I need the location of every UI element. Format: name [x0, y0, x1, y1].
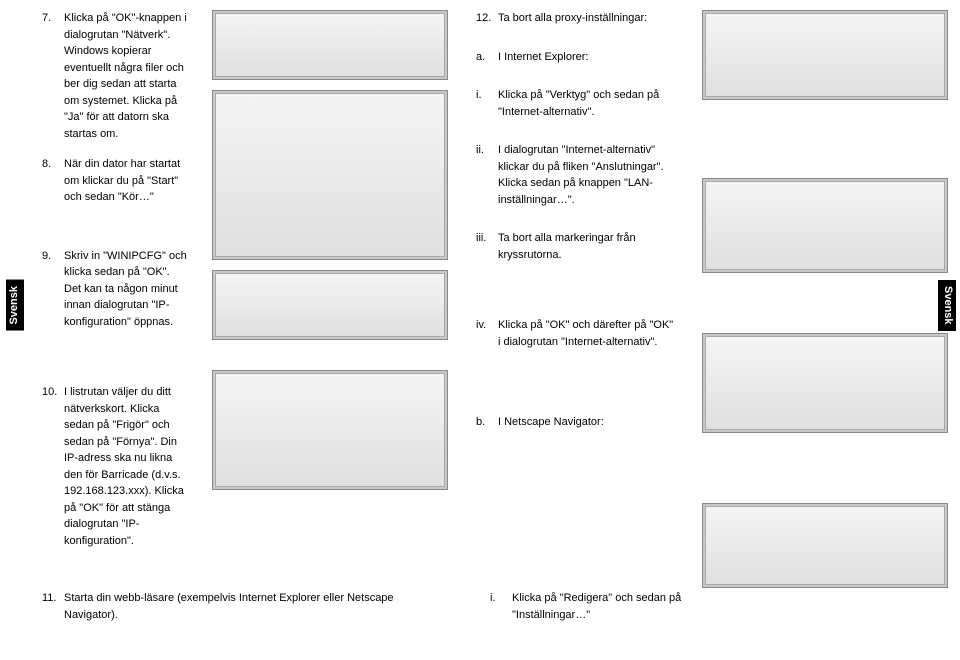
side-tab-right: Svensk — [938, 280, 956, 331]
screenshot-netscape-menu — [702, 503, 948, 588]
step-number: 11. — [42, 590, 64, 623]
sub-text: I Internet Explorer: — [498, 49, 678, 66]
sub-text: Klicka på "Redigera" och sedan på "Instä… — [512, 590, 700, 623]
step-number: 7. — [42, 10, 64, 142]
sub-bi: i. Klicka på "Redigera" och sedan på "In… — [490, 590, 700, 623]
step-number: 12. — [476, 10, 498, 27]
sub-b: b. I Netscape Navigator: — [476, 414, 678, 431]
step-7: 7. Klicka på "OK"-knappen i dialogrutan … — [42, 10, 188, 142]
step-12: 12. Ta bort alla proxy-inställningar: — [476, 10, 678, 27]
step-text: I listrutan väljer du ditt nätverkskort.… — [64, 384, 188, 549]
column-1: 7. Klicka på "OK"-knappen i dialogrutan … — [0, 0, 200, 660]
step-text: Skriv in "WINIPCFG" och klicka sedan på … — [64, 248, 188, 331]
sub-roman: iii. — [476, 230, 498, 263]
step-number: 9. — [42, 248, 64, 331]
sub-roman: i. — [490, 590, 512, 623]
step-8: 8. När din dator har startat om klickar … — [42, 156, 188, 206]
step-text: Ta bort alla proxy-inställningar: — [498, 10, 678, 27]
sub-a: a. I Internet Explorer: — [476, 49, 678, 66]
screenshot-system-settings — [212, 10, 448, 80]
screenshot-internet-options — [702, 178, 948, 273]
column-3: 12. Ta bort alla proxy-inställningar: a.… — [460, 0, 690, 660]
sub-text: I Netscape Navigator: — [498, 414, 678, 431]
step-number: 10. — [42, 384, 64, 549]
step-text: När din dator har startat om klickar du … — [64, 156, 188, 206]
step-11-wrap: 11. Starta din webb-läsare (exempelvis I… — [42, 590, 442, 637]
sub-iii: iii. Ta bort alla markeringar från kryss… — [476, 230, 678, 263]
sub-roman: ii. — [476, 142, 498, 208]
column-4 — [690, 0, 960, 660]
step-11: 11. Starta din webb-läsare (exempelvis I… — [42, 590, 442, 623]
screenshot-ip-configuration — [212, 370, 448, 490]
step-text: Starta din webb-läsare (exempelvis Inter… — [64, 590, 442, 623]
sub-text: I dialogrutan "Internet-alternativ" klic… — [498, 142, 678, 208]
sub-roman: i. — [476, 87, 498, 120]
step-number: 8. — [42, 156, 64, 206]
sub-roman: iv. — [476, 317, 498, 350]
screenshot-ie-toolbar — [702, 10, 948, 100]
sub-text: Klicka på "OK" och därefter på "OK" i di… — [498, 317, 678, 350]
step-10: 10. I listrutan väljer du ditt nätverksk… — [42, 384, 188, 549]
sub-letter: a. — [476, 49, 498, 66]
step-9: 9. Skriv in "WINIPCFG" och klicka sedan … — [42, 248, 188, 331]
sub-iv: iv. Klicka på "OK" och därefter på "OK" … — [476, 317, 678, 350]
column-2 — [200, 0, 460, 660]
sub-text: Klicka på "Verktyg" och sedan på "Intern… — [498, 87, 678, 120]
sub-letter: b. — [476, 414, 498, 431]
screenshot-run-dialog — [212, 270, 448, 340]
sub-bi-wrap: i. Klicka på "Redigera" och sedan på "In… — [490, 590, 700, 637]
screenshot-start-menu — [212, 90, 448, 260]
step-text: Klicka på "OK"-knappen i dialogrutan "Nä… — [64, 10, 188, 142]
sub-ii: ii. I dialogrutan "Internet-alternativ" … — [476, 142, 678, 208]
screenshot-lan-settings — [702, 333, 948, 433]
sub-i: i. Klicka på "Verktyg" och sedan på "Int… — [476, 87, 678, 120]
sub-text: Ta bort alla markeringar från kryssrutor… — [498, 230, 678, 263]
